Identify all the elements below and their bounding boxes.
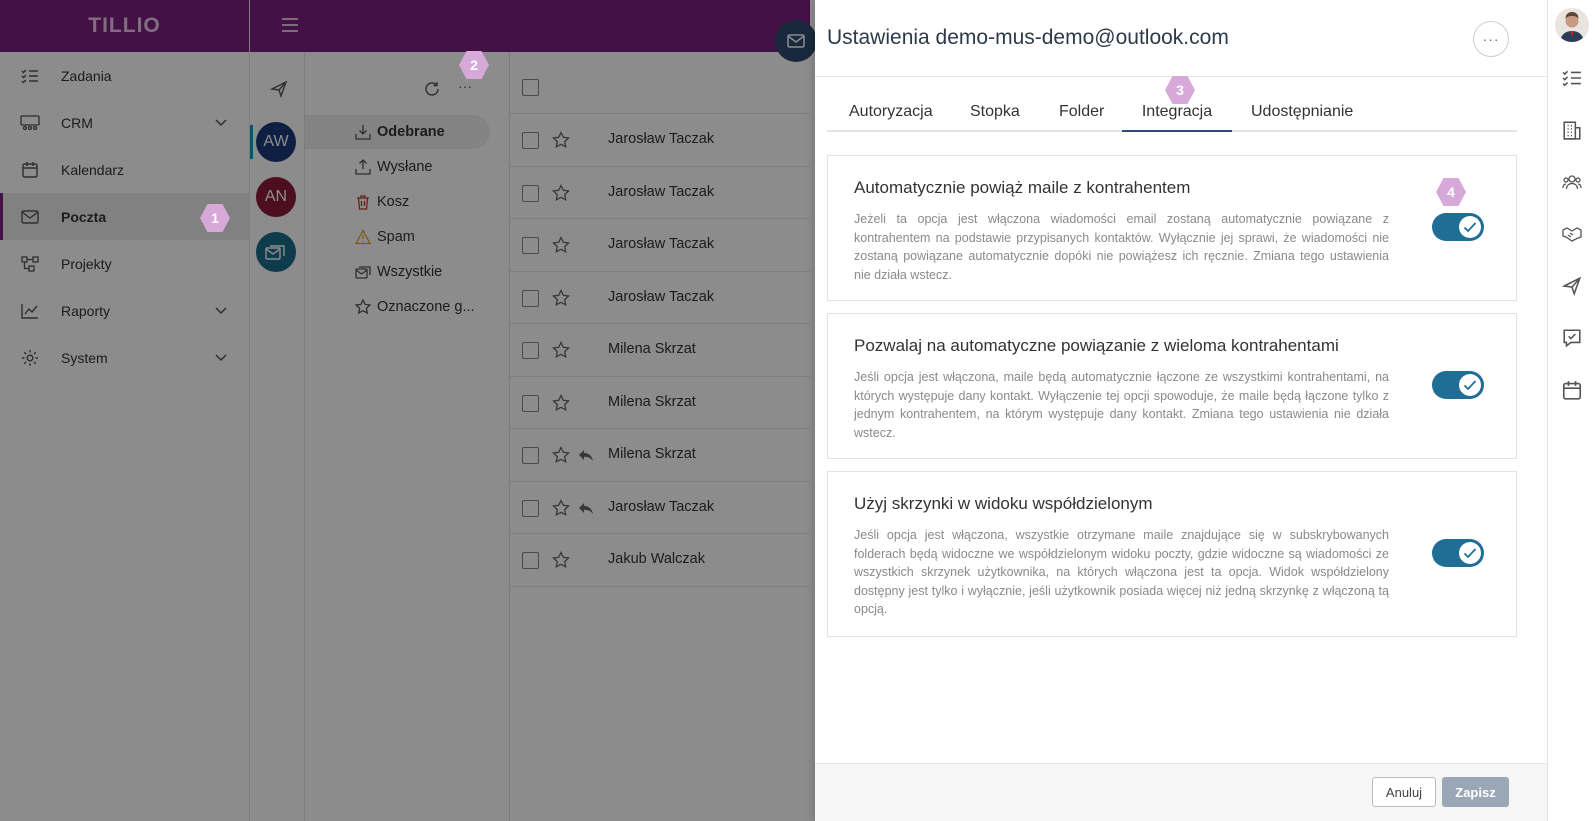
right-rail [1547,0,1596,821]
save-button[interactable]: Zapisz [1442,777,1509,807]
auto-link-toggle[interactable] [1432,213,1484,241]
panel-header: Ustawienia demo-mus-demo@outlook.com ··· [815,0,1547,77]
setting-title: Automatycznie powiąż maile z kontrahente… [854,178,1191,197]
send-icon[interactable] [1562,276,1582,296]
tasks-icon[interactable] [1562,68,1582,88]
setting-description: Jeśli opcja jest włączona, maile będą au… [854,370,1389,440]
tab-folder[interactable]: Folder [1059,103,1104,132]
setting-description: Jeżeli ta opcja jest włączona wiadomości… [854,212,1389,282]
check-icon [1459,374,1481,396]
company-icon[interactable] [1562,120,1582,140]
shared-view-toggle[interactable] [1432,539,1484,567]
tab-stopka[interactable]: Stopka [970,103,1020,132]
multi-link-toggle[interactable] [1432,371,1484,399]
modal-backdrop[interactable] [0,0,815,821]
cancel-button[interactable]: Anuluj [1372,777,1436,807]
panel-title: Ustawienia demo-mus-demo@outlook.com [827,26,1229,49]
tab-autoryzacja[interactable]: Autoryzacja [849,103,933,132]
setting-title: Pozwalaj na automatyczne powiązanie z wi… [854,336,1339,355]
settings-panel: Ustawienia demo-mus-demo@outlook.com ···… [815,0,1547,821]
calendar-icon[interactable] [1562,380,1582,400]
deals-icon[interactable] [1562,224,1582,244]
user-avatar[interactable] [1555,8,1589,42]
tab-integracja[interactable]: Integracja [1122,103,1232,132]
tab-udostepnianie[interactable]: Udostępnianie [1251,103,1353,132]
setting-card-shared-view: Użyj skrzynki w widoku współdzielonym Je… [827,471,1517,637]
setting-title: Użyj skrzynki w widoku współdzielonym [854,494,1153,513]
chat-icon[interactable] [1562,328,1582,348]
check-icon [1459,216,1481,238]
check-icon [1459,542,1481,564]
setting-card-auto-link: Automatycznie powiąż maile z kontrahente… [827,155,1517,301]
setting-description: Jeśli opcja jest włączona, wszystkie otr… [854,528,1389,616]
setting-card-multi-link: Pozwalaj na automatyczne powiązanie z wi… [827,313,1517,459]
step-badge-4: 4 [1436,178,1466,206]
more-options-button[interactable]: ··· [1473,21,1509,57]
panel-footer: Anuluj Zapisz [815,763,1547,821]
contacts-icon[interactable] [1562,172,1582,192]
